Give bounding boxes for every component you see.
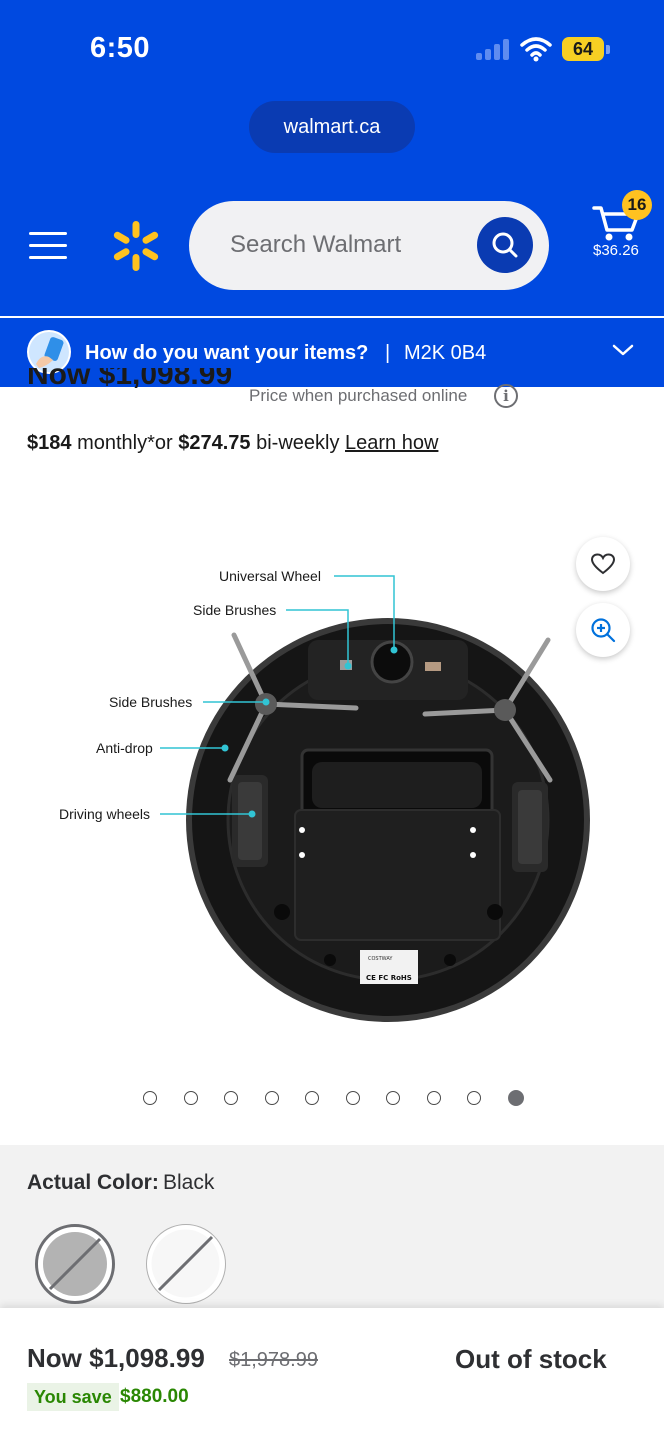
cart-count-badge: 16	[622, 190, 652, 220]
search-placeholder: Search Walmart	[230, 231, 402, 258]
search-button[interactable]	[477, 217, 533, 273]
postal-code: M2K 0B4	[404, 342, 487, 364]
battery-cap	[606, 45, 610, 54]
status-time: 6:50	[90, 32, 151, 64]
carousel-dot[interactable]	[224, 1091, 238, 1105]
carousel-dot[interactable]	[507, 1090, 524, 1106]
carousel-dot[interactable]	[345, 1091, 360, 1105]
was-price: $1,978.99	[229, 1349, 318, 1371]
purchase-bar: Now $1,098.99 $1,978.99 Out of stock You…	[0, 1308, 664, 1440]
biweekly-amount: $274.75	[178, 432, 251, 454]
browser-url-pill[interactable]: walmart.ca	[249, 101, 415, 153]
callout-driving-wheels: Driving wheels	[59, 806, 150, 822]
search-field[interactable]: Search Walmart	[189, 201, 549, 290]
browser-url: walmart.ca	[283, 115, 381, 138]
now-price: Now $1,098.99	[27, 1343, 205, 1373]
learn-how-link[interactable]: Learn how	[345, 432, 438, 454]
label-certifications: CE FC RoHS	[366, 974, 412, 982]
scrolled-price: Now $1,098.99	[27, 368, 235, 388]
color-label: Actual Color:	[27, 1171, 159, 1194]
heart-icon	[590, 553, 616, 575]
carousel-dot[interactable]	[305, 1091, 319, 1105]
carousel-dot[interactable]	[426, 1091, 441, 1105]
carousel-dot[interactable]	[386, 1091, 400, 1105]
carousel-dot[interactable]	[264, 1091, 279, 1105]
walmart-spark-logo[interactable]	[110, 220, 162, 272]
swatch-black[interactable]	[35, 1224, 115, 1304]
info-icon[interactable]: i	[494, 384, 518, 408]
zoom-button[interactable]	[576, 603, 630, 657]
scrolled-price-text: Now $1,098.99	[27, 368, 233, 388]
delivery-separator: |	[385, 342, 391, 364]
carousel-dot[interactable]	[467, 1091, 481, 1105]
price-online-note: Price when purchased online	[249, 386, 468, 405]
color-value: Black	[163, 1171, 215, 1194]
search-icon	[492, 232, 518, 258]
cellular-signal-icon	[476, 38, 510, 60]
carousel-dot[interactable]	[183, 1091, 198, 1105]
callout-side-brushes: Side Brushes	[109, 694, 192, 710]
monthly-text: monthly*or	[77, 432, 173, 454]
cart-total: $36.26	[593, 242, 639, 259]
zoom-in-icon	[591, 618, 616, 643]
availability-status: Out of stock	[455, 1344, 607, 1374]
swatch-white[interactable]	[146, 1224, 226, 1304]
carousel-dot[interactable]	[143, 1091, 157, 1105]
you-save-badge: You save	[27, 1383, 119, 1411]
callout-universal-wheel: Universal Wheel	[219, 568, 321, 584]
top-header: 6:50 64 walmart.ca Search Walmart 16 $36…	[0, 0, 664, 316]
wifi-icon	[520, 37, 552, 62]
financing-line: $184 monthly*or $274.75 bi-weekly Learn …	[27, 432, 438, 455]
save-amount: $880.00	[120, 1386, 189, 1407]
favorite-button[interactable]	[576, 537, 630, 591]
label-brand: COSTWAY	[368, 956, 393, 962]
delivery-question: How do you want your items?	[85, 342, 369, 364]
callout-anti-drop: Anti-drop	[96, 740, 153, 756]
monthly-amount: $184	[27, 432, 72, 454]
chevron-down-icon[interactable]	[612, 343, 634, 357]
battery-icon: 64	[562, 37, 604, 61]
battery-level: 64	[572, 39, 594, 59]
product-image-robot-vacuum[interactable]: COSTWAY CE FC RoHS Universal Wheel Side …	[40, 540, 620, 1040]
biweekly-text: bi-weekly	[256, 432, 340, 454]
callout-side-brushes-top: Side Brushes	[193, 602, 276, 618]
color-selector: Actual Color: Black	[0, 1145, 664, 1310]
menu-button[interactable]	[29, 229, 67, 261]
